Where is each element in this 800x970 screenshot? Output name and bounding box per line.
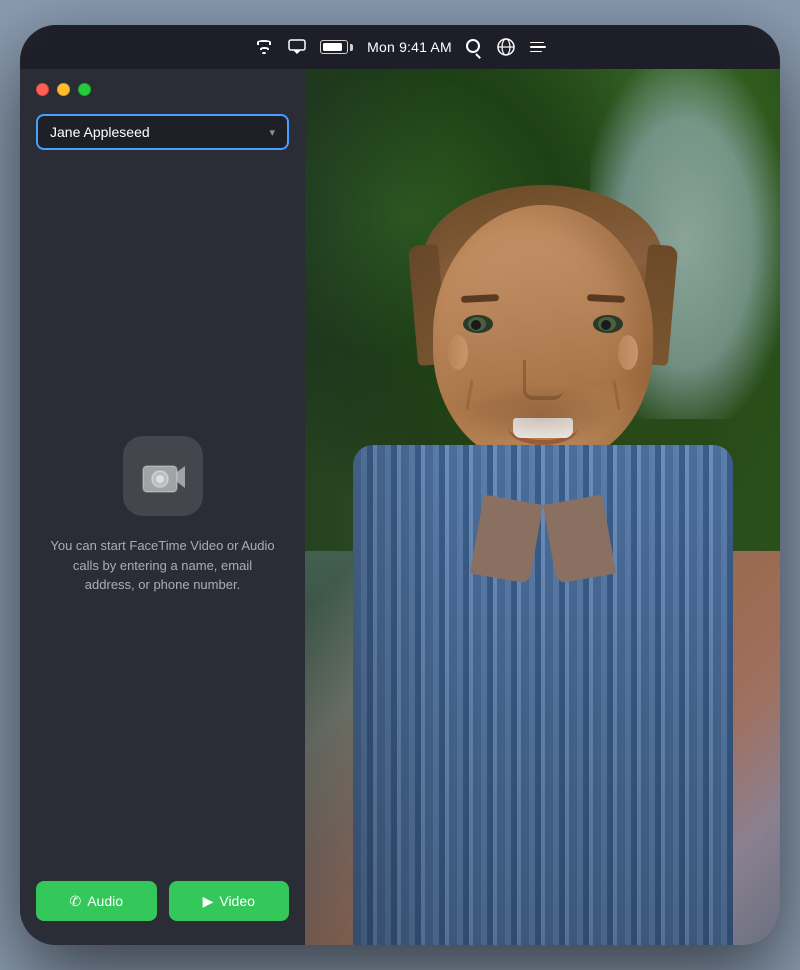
empty-state-description: You can start FaceTime Video or Audio ca… bbox=[50, 536, 275, 595]
airplay-icon[interactable] bbox=[288, 39, 306, 55]
caller-input-field[interactable]: Jane Appleseed ▾ bbox=[36, 114, 289, 150]
battery-icon bbox=[320, 40, 353, 54]
call-buttons-container: ✆ Audio ▶ Video bbox=[20, 865, 305, 945]
maximize-window-button[interactable] bbox=[78, 83, 91, 96]
video-call-button[interactable]: ▶ Video bbox=[169, 881, 290, 921]
camera-icon bbox=[141, 458, 185, 494]
video-camera-icon: ▶ bbox=[203, 893, 214, 910]
close-window-button[interactable] bbox=[36, 83, 49, 96]
audio-call-button[interactable]: ✆ Audio bbox=[36, 881, 157, 921]
menubar-time: Mon 9:41 AM bbox=[367, 39, 452, 55]
video-gradient-overlay bbox=[305, 69, 780, 945]
wifi-icon[interactable] bbox=[254, 40, 274, 54]
app-window: Jane Appleseed ▾ You can start FaceTime … bbox=[20, 69, 780, 945]
facetime-video-panel bbox=[305, 69, 780, 945]
caller-name-text: Jane Appleseed bbox=[50, 124, 150, 140]
menubar: Mon 9:41 AM bbox=[20, 25, 780, 69]
titlebar-buttons bbox=[20, 69, 305, 106]
minimize-window-button[interactable] bbox=[57, 83, 70, 96]
spotlight-search-icon[interactable] bbox=[466, 39, 482, 55]
control-center-icon[interactable] bbox=[530, 42, 546, 53]
facetime-sidebar: Jane Appleseed ▾ You can start FaceTime … bbox=[20, 69, 305, 945]
phone-icon: ✆ bbox=[69, 893, 81, 910]
menubar-center: Mon 9:41 AM bbox=[254, 37, 546, 57]
video-button-label: Video bbox=[219, 893, 255, 909]
facetime-camera-icon-container bbox=[123, 436, 203, 516]
siri-icon[interactable] bbox=[496, 37, 516, 57]
empty-state-panel: You can start FaceTime Video or Audio ca… bbox=[20, 166, 305, 865]
device-frame: Mon 9:41 AM bbox=[20, 25, 780, 945]
audio-button-label: Audio bbox=[87, 893, 123, 909]
caller-field-chevron-icon: ▾ bbox=[269, 126, 275, 139]
